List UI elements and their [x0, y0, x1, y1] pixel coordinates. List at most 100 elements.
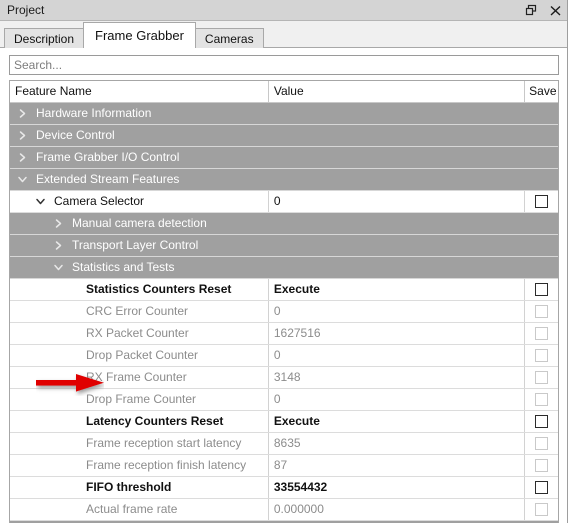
save-checkbox[interactable]	[535, 283, 549, 297]
feature-value-cell[interactable]: Execute	[268, 410, 526, 433]
table-row[interactable]: Statistics Counters Reset Execute	[10, 278, 558, 301]
tab-description[interactable]: Description	[4, 28, 85, 48]
column-header-save[interactable]: Save	[524, 81, 558, 103]
feature-name-label: Latency Counters Reset	[86, 413, 224, 428]
feature-name-label: CRC Error Counter	[86, 303, 189, 318]
search-input[interactable]	[9, 55, 559, 75]
feature-value-cell[interactable]: 0	[268, 300, 526, 323]
feature-name-cell[interactable]: Latency Counters Reset	[10, 410, 269, 433]
column-header-value[interactable]: Value	[268, 81, 526, 103]
save-cell[interactable]	[524, 344, 558, 367]
table-row[interactable]: Manual camera detection	[10, 212, 558, 235]
save-cell[interactable]	[524, 322, 558, 345]
feature-name-label: Device Control	[36, 127, 115, 142]
feature-name-cell[interactable]: Device Control	[10, 124, 558, 147]
feature-name-cell[interactable]: Statistics Counters Reset	[10, 278, 269, 301]
table-row[interactable]: Device Control	[10, 124, 558, 147]
feature-name-cell[interactable]: Manual camera detection	[10, 212, 558, 235]
feature-name-label: Frame reception finish latency	[86, 457, 247, 472]
feature-value-cell[interactable]: 8635	[268, 432, 526, 455]
feature-name-label: Frame Grabber I/O Control	[36, 149, 180, 164]
table-row[interactable]: CRC Error Counter 0	[10, 300, 558, 323]
save-cell[interactable]	[524, 476, 558, 499]
chevron-right-icon[interactable]	[14, 103, 30, 124]
chevron-down-icon[interactable]	[50, 257, 66, 278]
feature-name-cell[interactable]: Frame reception finish latency	[10, 454, 269, 477]
table-row[interactable]: Transport Layer Control	[10, 234, 558, 257]
feature-name-cell[interactable]: CRC Error Counter	[10, 300, 269, 323]
column-header-feature-name[interactable]: Feature Name	[10, 81, 269, 103]
feature-name-cell[interactable]: FIFO threshold	[10, 476, 269, 499]
table-row[interactable]: RX Frame Counter 3148	[10, 366, 558, 389]
feature-value-cell[interactable]: 0	[268, 190, 526, 213]
tab-frame-grabber[interactable]: Frame Grabber	[83, 22, 196, 48]
feature-name-label: FIFO threshold	[86, 479, 172, 494]
feature-name-cell[interactable]: Hardware Information	[10, 102, 558, 125]
feature-name-cell[interactable]: Actual frame rate	[10, 498, 269, 521]
save-cell[interactable]	[524, 388, 558, 411]
table-row[interactable]: Drop Packet Counter 0	[10, 344, 558, 367]
chevron-right-icon[interactable]	[50, 235, 66, 256]
feature-value-cell[interactable]: 0	[268, 344, 526, 367]
feature-name-label: Drop Frame Counter	[86, 391, 197, 406]
window-title-bar: Project	[0, 0, 567, 21]
table-body: Hardware Information Device Control Frame …	[10, 102, 558, 523]
chevron-down-icon[interactable]	[14, 169, 30, 190]
feature-value-text: 0.000000	[273, 502, 324, 516]
feature-name-label: Drop Packet Counter	[86, 347, 199, 362]
table-row[interactable]: Camera Selector 0	[10, 190, 558, 213]
float-restore-icon[interactable]	[524, 3, 539, 18]
table-row[interactable]: Frame Grabber I/O Control	[10, 146, 558, 169]
feature-name-cell[interactable]: Statistics and Tests	[10, 256, 558, 279]
save-checkbox[interactable]	[535, 195, 549, 209]
frame-grabber-pane: Feature Name Value Save Hardware Informa…	[0, 48, 567, 523]
chevron-down-icon[interactable]	[32, 191, 48, 212]
feature-name-cell[interactable]: Drop Packet Counter	[10, 344, 269, 367]
save-cell[interactable]	[524, 278, 558, 301]
feature-name-cell[interactable]: Frame Grabber I/O Control	[10, 146, 558, 169]
save-checkbox[interactable]	[535, 481, 549, 495]
feature-name-cell[interactable]: RX Packet Counter	[10, 322, 269, 345]
feature-name-cell[interactable]: Transport Layer Control	[10, 234, 558, 257]
feature-value-cell[interactable]: 0	[268, 388, 526, 411]
save-cell[interactable]	[524, 300, 558, 323]
feature-value-cell[interactable]: 33554432	[268, 476, 526, 499]
save-cell[interactable]	[524, 454, 558, 477]
table-row[interactable]: Actual frame rate 0.000000	[10, 498, 558, 521]
feature-name-cell[interactable]: Camera Selector	[10, 190, 269, 213]
table-row[interactable]: Extended Stream Features	[10, 168, 558, 191]
feature-value-cell[interactable]: 1627516	[268, 322, 526, 345]
feature-name-cell[interactable]: Extended Stream Features	[10, 168, 558, 191]
feature-name-cell[interactable]: Drop Frame Counter	[10, 388, 269, 411]
feature-value-text: 0	[273, 194, 281, 208]
table-row[interactable]: Frame reception finish latency 87	[10, 454, 558, 477]
feature-value-cell[interactable]: 0.000000	[268, 498, 526, 521]
table-row[interactable]: Hardware Information	[10, 102, 558, 125]
chevron-right-icon[interactable]	[50, 213, 66, 234]
feature-tree: Feature Name Value Save Hardware Informa…	[9, 80, 559, 523]
feature-value-cell[interactable]: 87	[268, 454, 526, 477]
save-cell[interactable]	[524, 190, 558, 213]
tab-cameras[interactable]: Cameras	[194, 28, 264, 48]
table-row[interactable]: Drop Frame Counter 0	[10, 388, 558, 411]
feature-value-cell[interactable]: Execute	[268, 278, 526, 301]
feature-value-text: 1627516	[273, 326, 321, 340]
table-row[interactable]: RX Packet Counter 1627516	[10, 322, 558, 345]
chevron-right-icon[interactable]	[14, 147, 30, 168]
table-row[interactable]: Statistics and Tests	[10, 256, 558, 279]
save-checkbox[interactable]	[535, 415, 549, 429]
table-row[interactable]: FIFO threshold 33554432	[10, 476, 558, 499]
chevron-right-icon[interactable]	[14, 125, 30, 146]
save-checkbox	[535, 437, 549, 451]
save-cell[interactable]	[524, 498, 558, 521]
feature-name-cell[interactable]: RX Frame Counter	[10, 366, 269, 389]
save-cell[interactable]	[524, 432, 558, 455]
table-row[interactable]: Frame reception start latency 8635	[10, 432, 558, 455]
feature-name-cell[interactable]: Frame reception start latency	[10, 432, 269, 455]
table-row[interactable]: Latency Counters Reset Execute	[10, 410, 558, 433]
save-cell[interactable]	[524, 410, 558, 433]
feature-value-text: Execute	[273, 282, 320, 296]
close-icon[interactable]	[548, 3, 563, 18]
feature-value-cell[interactable]: 3148	[268, 366, 526, 389]
save-cell[interactable]	[524, 366, 558, 389]
